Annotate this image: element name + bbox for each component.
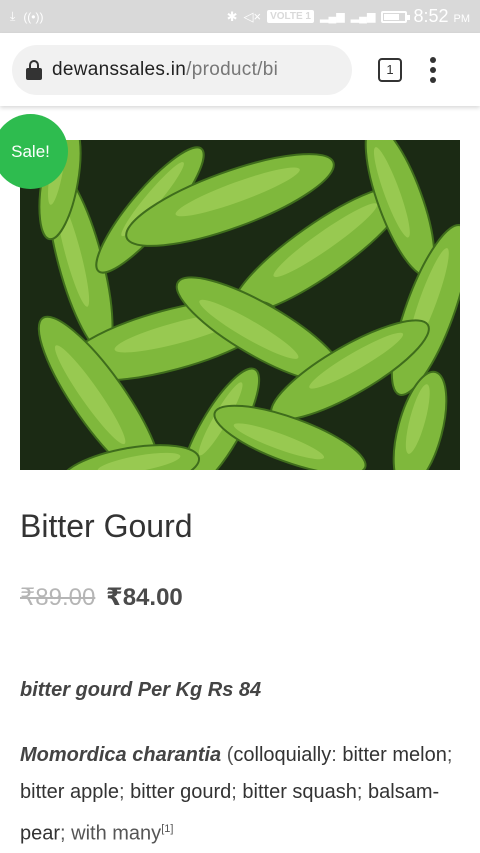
tab-switcher-button[interactable]: 1 xyxy=(378,57,402,82)
url-text[interactable]: dewanssales.in/product/bi xyxy=(52,59,278,81)
link-colloquially[interactable]: colloquially xyxy=(233,744,331,766)
clock-time: 8:52 xyxy=(413,6,449,26)
download-icon: ⤓ xyxy=(10,9,16,23)
status-right-icons: ✱ ◁× VOLTE 1 ▂▄▆ ▂▄▆ 8:52 PM xyxy=(227,6,470,27)
link-bitter-squash[interactable]: bitter squash xyxy=(242,781,357,803)
address-bar[interactable]: dewanssales.in/product/bi xyxy=(12,44,352,95)
text-fragment: ( xyxy=(221,744,234,766)
price-row: ₹89.00 ₹84.00 xyxy=(20,583,183,612)
url-path: /product/bi xyxy=(186,58,279,80)
link-bitter-gourd[interactable]: bitter gourd xyxy=(130,781,231,803)
tab-count: 1 xyxy=(386,62,394,77)
signal-icon: ▂▄▆ xyxy=(320,11,345,23)
scientific-name: Momordica charantia xyxy=(20,744,222,766)
menu-dot-icon xyxy=(430,76,436,83)
status-bar: ⤓ ((•)) ✱ ◁× VOLTE 1 ▂▄▆ ▂▄▆ 8:52 PM xyxy=(0,0,480,33)
volte-badge: VOLTE 1 xyxy=(267,10,314,23)
overflow-menu-button[interactable] xyxy=(430,56,436,83)
clock-ampm: PM xyxy=(453,13,471,25)
lock-icon[interactable] xyxy=(26,59,42,80)
text-fragment: ; xyxy=(231,781,243,803)
text-fragment: ; with many xyxy=(60,822,162,845)
hotspot-icon: ((•)) xyxy=(23,9,44,24)
reference-mark[interactable]: [1] xyxy=(161,823,173,835)
sale-price: ₹84.00 xyxy=(106,584,183,611)
text-fragment: ; xyxy=(446,744,453,766)
long-description: Momordica charantia (colloquially: bitte… xyxy=(20,737,460,853)
battery-icon xyxy=(381,10,411,23)
product-image[interactable] xyxy=(20,140,460,470)
text-fragment: ; xyxy=(118,781,131,803)
browser-toolbar: dewanssales.in/product/bi 1 xyxy=(0,33,480,106)
text-fragment: : xyxy=(331,744,343,766)
regular-price: ₹89.00 xyxy=(20,584,96,611)
menu-dot-icon xyxy=(430,66,436,73)
signal-icon-2: ▂▄▆ xyxy=(350,11,376,23)
menu-dot-icon xyxy=(430,56,436,63)
mute-icon: ◁× xyxy=(243,8,262,24)
clock: 8:52 PM xyxy=(413,6,470,27)
link-bitter-apple[interactable]: bitter apple xyxy=(20,781,119,803)
short-description: bitter gourd Per Kg Rs 84 xyxy=(20,679,262,701)
status-left-icons: ⤓ ((•)) xyxy=(10,9,44,24)
url-domain: dewanssales.in xyxy=(52,58,187,80)
bitter-gourd-photo xyxy=(20,140,460,470)
text-fragment: ; xyxy=(356,781,369,803)
bluetooth-icon: ✱ xyxy=(226,8,238,24)
link-bitter-melon[interactable]: bitter melon xyxy=(342,744,447,766)
product-title: Bitter Gourd xyxy=(20,508,193,544)
